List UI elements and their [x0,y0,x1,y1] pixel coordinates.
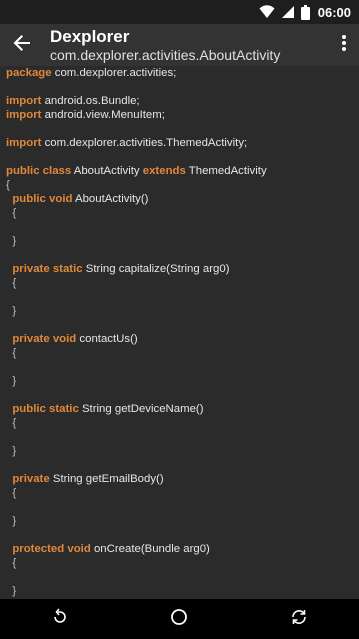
code-text: { [6,179,10,191]
code-line: } [6,374,359,388]
code-text: } [6,445,17,457]
code-text: ThemedActivity [185,165,267,177]
code-line: import android.os.Bundle; [6,94,359,108]
code-line: { [6,346,359,360]
code-text: com.dexplorer.activities.ThemedActivity; [41,137,248,149]
code-text: String capitalize(String arg0) [82,263,230,275]
code-line: { [6,486,359,500]
code-keyword: private [6,473,50,485]
code-keyword: public void [6,193,73,205]
overflow-menu-button[interactable] [329,24,359,66]
app-title: Dexplorer [50,26,130,46]
code-keyword: public class [6,165,72,177]
code-line: } [6,234,359,248]
arrow-back-icon [13,34,31,57]
code-text: } [6,515,17,527]
code-line: } [6,584,359,598]
code-text: } [6,235,17,247]
code-line: public class AboutActivity extends Theme… [6,164,359,178]
app-toolbar: Dexplorer com.dexplorer.activities.About… [0,24,359,66]
signal-icon [281,5,295,19]
nav-rotate-icon [290,608,308,631]
code-line: protected void onCreate(Bundle arg0) [6,542,359,556]
code-line: import android.view.MenuItem; [6,108,359,122]
code-keyword: private static [6,263,83,275]
more-vert-icon [341,34,347,57]
code-keyword: extends [142,165,186,177]
code-line: { [6,276,359,290]
code-text: } [6,375,17,387]
code-line: { [6,416,359,430]
code-text: contactUs() [76,333,138,345]
nav-rotate-button[interactable] [269,599,329,639]
code-line: { [6,206,359,220]
code-text: } [6,585,17,597]
back-button[interactable] [0,24,44,66]
battery-icon [300,4,310,20]
code-line: private String getEmailBody() [6,472,359,486]
code-keyword: package [6,67,52,79]
status-bar: 06:00 [0,0,359,24]
code-line: } [6,514,359,528]
wifi-icon [259,5,275,19]
code-line: { [6,178,359,192]
code-keyword: protected void [6,543,91,555]
nav-back-icon [51,607,69,631]
code-text: { [6,487,17,499]
code-text: android.view.MenuItem; [41,109,165,121]
code-line: package com.dexplorer.activities; [6,66,359,80]
source-code-view[interactable]: package com.dexplorer.activities; import … [0,66,359,599]
code-keyword: private void [6,333,77,345]
nav-home-button[interactable] [149,599,209,639]
code-line: } [6,444,359,458]
code-text: { [6,277,17,289]
code-text: android.os.Bundle; [41,95,140,107]
code-text: com.dexplorer.activities; [51,67,177,79]
code-text: String getEmailBody() [49,473,164,485]
nav-back-button[interactable] [30,599,90,639]
status-clock: 06:00 [317,4,351,20]
code-text: { [6,347,17,359]
code-line: import com.dexplorer.activities.ThemedAc… [6,136,359,150]
code-line: public static String getDeviceName() [6,402,359,416]
code-text: AboutActivity [71,165,143,177]
code-line: private void contactUs() [6,332,359,346]
code-text: { [6,207,17,219]
code-line: } [6,304,359,318]
code-keyword: public static [6,403,79,415]
activity-subtitle: com.dexplorer.activities.AboutActivity [50,46,281,63]
code-text: { [6,557,17,569]
code-keyword: import [6,109,42,121]
system-nav-bar [0,599,359,639]
code-line: private static String capitalize(String … [6,262,359,276]
code-text: onCreate(Bundle arg0) [90,543,210,555]
nav-home-icon [170,608,188,631]
code-text: String getDeviceName() [78,403,204,415]
code-text: AboutActivity() [72,193,149,205]
code-text: } [6,305,17,317]
code-line: { [6,556,359,570]
code-line: public void AboutActivity() [6,192,359,206]
code-keyword: import [6,137,42,149]
code-text: { [6,417,17,429]
code-keyword: import [6,95,42,107]
